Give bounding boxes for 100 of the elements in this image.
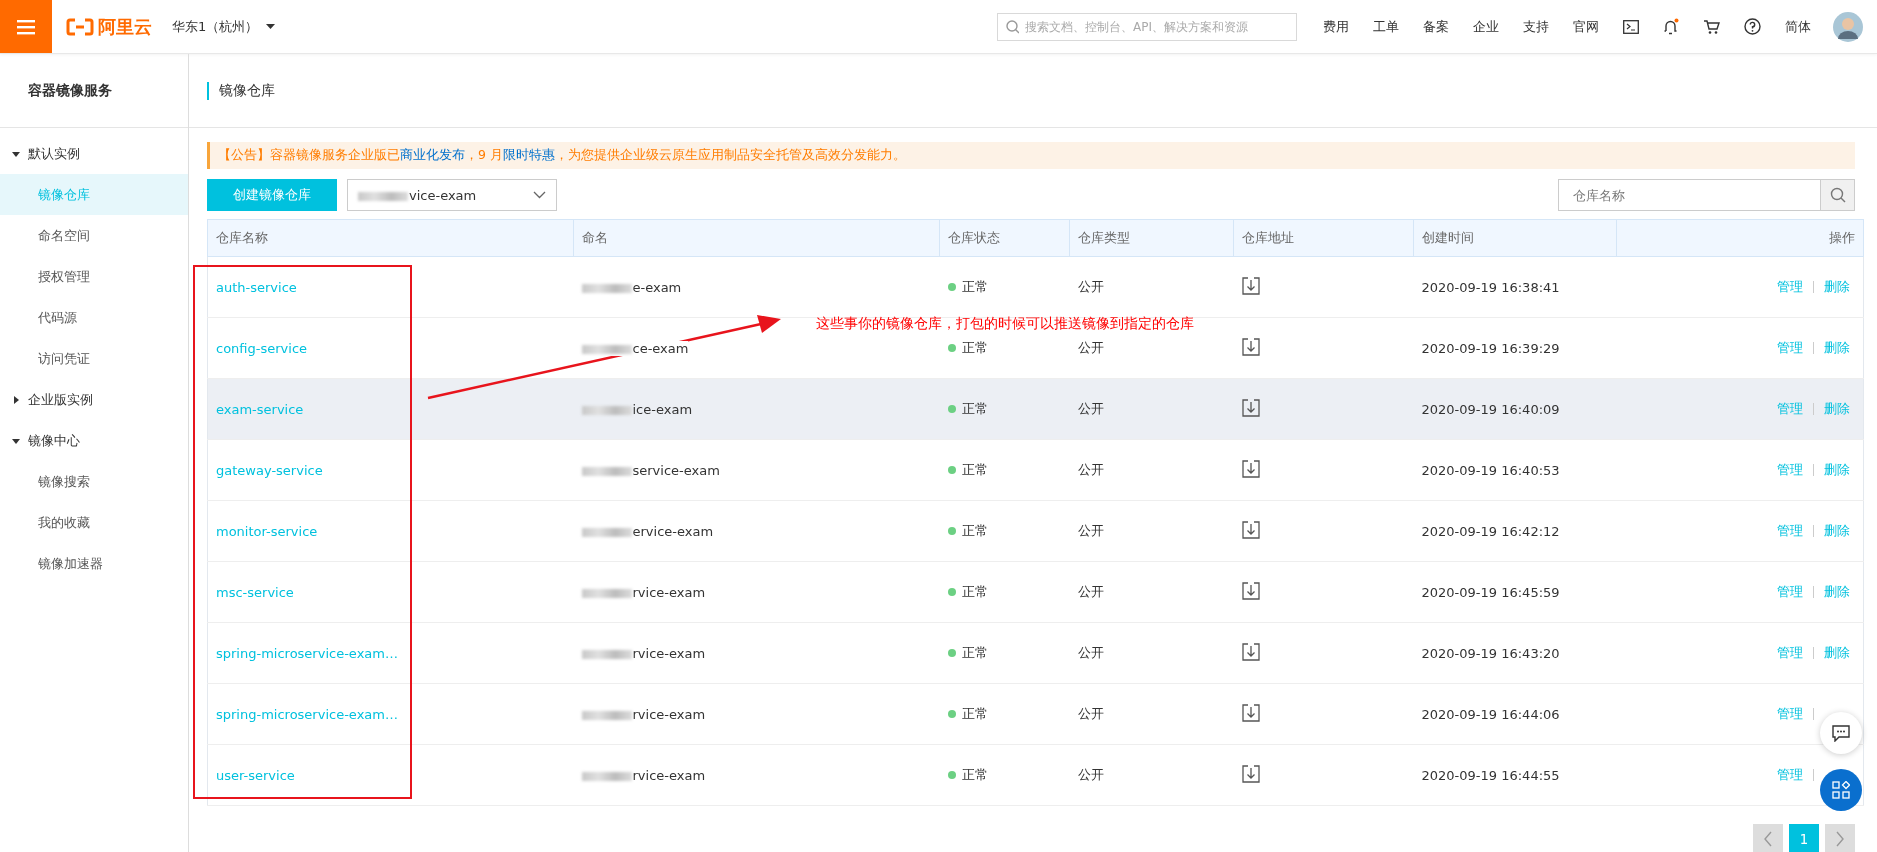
- action-link[interactable]: 删除: [1824, 583, 1850, 601]
- nav-link[interactable]: 企业: [1473, 17, 1499, 36]
- sidebar-item[interactable]: 镜像仓库: [0, 174, 188, 215]
- language-link[interactable]: 简体: [1785, 17, 1811, 36]
- action-link[interactable]: 管理: [1777, 644, 1803, 662]
- repository-link[interactable]: gateway-service: [216, 462, 323, 478]
- column-header: 仓库地址: [1233, 219, 1414, 257]
- logo-text: 阿里云: [98, 14, 152, 39]
- action-link[interactable]: 删除: [1824, 400, 1850, 418]
- download-icon[interactable]: [1241, 581, 1260, 600]
- action-link[interactable]: 管理: [1777, 583, 1803, 601]
- sidebar-item[interactable]: 授权管理: [0, 256, 188, 297]
- column-header: 仓库名称: [207, 219, 574, 257]
- download-icon[interactable]: [1241, 642, 1260, 661]
- apps-button[interactable]: [1820, 769, 1862, 811]
- action-link[interactable]: 删除: [1824, 339, 1850, 357]
- column-header: 仓库状态: [939, 219, 1070, 257]
- sidebar-item[interactable]: 访问凭证: [0, 338, 188, 379]
- repository-link[interactable]: spring-microservice-exam…: [216, 706, 398, 722]
- download-icon[interactable]: [1241, 398, 1260, 417]
- chat-button[interactable]: [1820, 712, 1862, 754]
- namespace-select[interactable]: vice-exam: [347, 179, 557, 211]
- terminal-icon[interactable]: [1623, 19, 1639, 34]
- download-icon[interactable]: [1241, 703, 1260, 722]
- repository-link[interactable]: user-service: [216, 767, 295, 783]
- cart-icon[interactable]: [1703, 18, 1720, 35]
- status-dot: [947, 466, 956, 474]
- status-text: 正常: [961, 766, 988, 784]
- type-text: 公开: [1077, 645, 1104, 660]
- status-dot: [947, 771, 956, 779]
- download-icon[interactable]: [1241, 520, 1260, 539]
- apps-icon: [1832, 781, 1850, 799]
- bell-icon[interactable]: [1663, 18, 1679, 35]
- status-text: 正常: [961, 278, 988, 296]
- namespace-text: ice-exam: [581, 401, 693, 417]
- action-link[interactable]: 删除: [1824, 461, 1850, 479]
- repository-link[interactable]: exam-service: [216, 401, 304, 417]
- sidebar-item[interactable]: 我的收藏: [0, 502, 188, 543]
- sidebar-group[interactable]: 镜像中心: [0, 420, 188, 461]
- created-time: 2020-09-19 16:42:12: [1421, 523, 1560, 539]
- column-header: 仓库类型: [1069, 219, 1234, 257]
- status-text: 正常: [961, 522, 988, 540]
- sidebar-item[interactable]: 镜像搜索: [0, 461, 188, 502]
- repository-link[interactable]: config-service: [216, 340, 308, 356]
- nav-link[interactable]: 官网: [1573, 17, 1599, 36]
- namespace-text: rvice-exam: [581, 706, 706, 722]
- download-icon[interactable]: [1241, 276, 1260, 295]
- triangle-icon: [12, 436, 20, 445]
- repository-link[interactable]: auth-service: [216, 279, 297, 295]
- search-icon: [1829, 187, 1846, 203]
- type-text: 公开: [1077, 523, 1104, 538]
- action-link[interactable]: 删除: [1824, 522, 1850, 540]
- help-icon[interactable]: [1744, 18, 1761, 35]
- created-time: 2020-09-19 16:40:09: [1421, 401, 1560, 417]
- download-icon[interactable]: [1241, 764, 1260, 783]
- action-link[interactable]: 管理: [1777, 766, 1803, 784]
- created-time: 2020-09-19 16:44:06: [1421, 706, 1560, 722]
- action-link[interactable]: 管理: [1777, 522, 1803, 540]
- nav-link[interactable]: 费用: [1323, 17, 1349, 36]
- annotation-text: 这些事你的镜像仓库，打包的时候可以推送镜像到指定的仓库: [816, 315, 1194, 333]
- region-selector[interactable]: 华东1（杭州）: [172, 17, 276, 36]
- status-dot: [947, 710, 956, 718]
- action-link[interactable]: 删除: [1824, 278, 1850, 296]
- status-text: 正常: [961, 400, 988, 418]
- action-link[interactable]: 管理: [1777, 461, 1803, 479]
- sidebar-item[interactable]: 代码源: [0, 297, 188, 338]
- nav-link[interactable]: 备案: [1423, 17, 1449, 36]
- repository-search-field[interactable]: 仓库名称: [1558, 179, 1821, 211]
- status-dot: [947, 527, 956, 535]
- sidebar-group[interactable]: 企业版实例: [0, 379, 188, 420]
- sidebar-group[interactable]: 默认实例: [0, 133, 188, 174]
- column-header: 命名: [573, 219, 940, 257]
- search-field[interactable]: 搜索文档、控制台、API、解决方案和资源: [997, 12, 1297, 41]
- type-text: 公开: [1077, 767, 1104, 782]
- repository-link[interactable]: spring-microservice-exam…: [216, 645, 398, 661]
- caret-icon: [266, 24, 276, 29]
- download-icon[interactable]: [1241, 337, 1260, 356]
- sidebar-item[interactable]: 镜像加速器: [0, 543, 188, 584]
- download-icon[interactable]: [1241, 459, 1260, 478]
- namespace-text: rvice-exam: [581, 645, 706, 661]
- menu-button[interactable]: [0, 0, 52, 53]
- create-repository-button[interactable]: 创建镜像仓库: [207, 179, 337, 211]
- created-time: 2020-09-19 16:43:20: [1421, 645, 1560, 661]
- action-link[interactable]: 管理: [1777, 400, 1803, 418]
- action-link[interactable]: 管理: [1777, 705, 1803, 723]
- action-link[interactable]: 删除: [1824, 644, 1850, 662]
- type-text: 公开: [1077, 584, 1104, 599]
- nav-link[interactable]: 支持: [1523, 17, 1549, 36]
- column-header: 创建时间: [1413, 219, 1617, 257]
- sidebar-item[interactable]: 命名空间: [0, 215, 188, 256]
- menu-icon: [17, 18, 35, 35]
- action-link[interactable]: 管理: [1777, 339, 1803, 357]
- status-text: 正常: [961, 339, 988, 357]
- repository-link[interactable]: monitor-service: [216, 523, 318, 539]
- nav-link[interactable]: 工单: [1373, 17, 1399, 36]
- page-button[interactable]: 1: [1789, 824, 1819, 852]
- repository-link[interactable]: msc-service: [216, 584, 294, 600]
- search-button[interactable]: [1821, 179, 1855, 211]
- action-link[interactable]: 管理: [1777, 278, 1803, 296]
- avatar-icon[interactable]: [1833, 11, 1863, 42]
